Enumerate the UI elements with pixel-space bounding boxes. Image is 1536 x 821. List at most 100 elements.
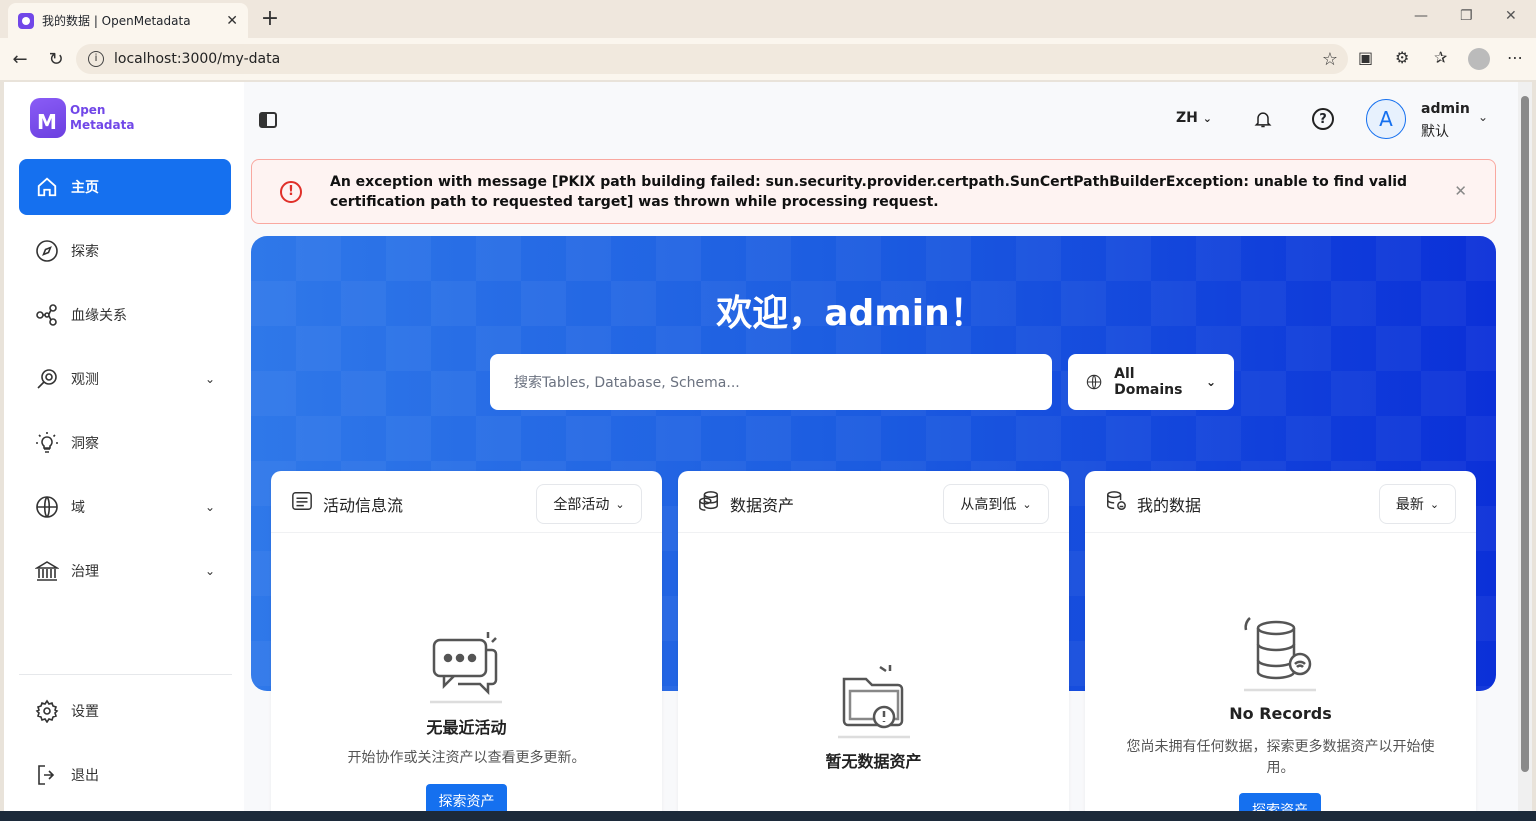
scrollbar-thumb[interactable] (1521, 96, 1529, 772)
restore-icon[interactable]: ❐ (1460, 8, 1473, 24)
minimize-icon[interactable]: — (1414, 8, 1428, 24)
empty-state-description: 开始协作或关注资产以查看更多更新。 (347, 750, 586, 766)
sidebar-item-domains[interactable]: 域 ⌄ (19, 479, 231, 535)
empty-state-description: 您尚未拥有任何数据，探索更多数据资产以开始使用。 (1126, 739, 1435, 776)
avatar[interactable]: A (1366, 99, 1406, 139)
close-window-icon[interactable]: ✕ (1505, 8, 1517, 24)
card-title: 我的数据 (1137, 496, 1202, 515)
url-field[interactable]: i localhost:3000/my-data ☆ (76, 44, 1348, 74)
sidebar-toggle-icon[interactable] (259, 112, 277, 128)
site-info-icon[interactable]: i (88, 51, 104, 67)
page-scrollbar[interactable] (1518, 82, 1532, 811)
avatar-initial: A (1379, 107, 1393, 131)
dropdown-value: 最新 (1395, 497, 1424, 513)
card-header: 数据资产 从高到低 ⌄ (678, 471, 1069, 533)
sidebar: Open Metadata 主页 探索 血缘关系 观测 (4, 82, 244, 811)
data-assets-card: 数据资产 从高到低 ⌄ 暂无数据资产 (678, 471, 1069, 811)
compass-icon (35, 239, 59, 263)
database-user-icon (1107, 491, 1126, 510)
browser-profile-icon[interactable] (1468, 48, 1490, 70)
logo-text-line2: Metadata (70, 118, 135, 132)
close-icon[interactable]: ✕ (1454, 182, 1467, 200)
database-stack-icon (699, 491, 718, 511)
browser-tab[interactable]: 我的数据 | OpenMetadata ✕ (8, 3, 248, 38)
chevron-down-icon[interactable]: ⌄ (205, 372, 215, 386)
sidebar-item-observability[interactable]: 观测 ⌄ (19, 351, 231, 407)
sidebar-item-settings[interactable]: 设置 (19, 683, 231, 739)
domain-label: All Domains (1114, 366, 1183, 398)
sidebar-item-lineage[interactable]: 血缘关系 (19, 287, 231, 343)
logo-text-line1: Open (70, 103, 106, 117)
my-data-card: 我的数据 最新 ⌄ No Records 您尚未拥有任何数据，探索更多数据资产以开… (1085, 471, 1476, 811)
reload-icon[interactable]: ↻ (38, 49, 74, 70)
chevron-down-icon: ⌄ (1205, 375, 1216, 389)
chevron-down-icon: ⌄ (615, 497, 625, 511)
user-menu-chevron-icon[interactable]: ⌄ (1478, 110, 1488, 124)
search-input[interactable]: 搜索Tables, Database, Schema... (490, 354, 1052, 410)
more-menu-icon[interactable]: ⋯ (1507, 48, 1523, 67)
welcome-title: 欢迎，admin！ (716, 293, 986, 334)
logo-icon (30, 98, 66, 138)
language-label: ZH (1176, 110, 1198, 126)
user-name[interactable]: admin (1421, 101, 1470, 117)
user-role: 默认 (1421, 124, 1449, 140)
sidebar-divider (19, 674, 232, 675)
alert-message: An exception with message [PKIX path bui… (330, 174, 1408, 210)
error-exclamation-icon: ! (280, 181, 302, 203)
my-data-sort-dropdown[interactable]: 最新 ⌄ (1379, 484, 1456, 524)
address-bar: ← ↻ i localhost:3000/my-data ☆ ▣ ⚙ ✰ ⋯ (0, 38, 1536, 80)
back-icon[interactable]: ← (2, 49, 38, 70)
sidebar-item-insights[interactable]: 洞察 (19, 415, 231, 471)
sidebar-item-label: 设置 (71, 704, 99, 720)
openmetadata-favicon-icon (18, 12, 34, 29)
empty-state-title: 无最近活动 (426, 718, 507, 737)
domain-selector[interactable]: All Domains ⌄ (1068, 354, 1234, 410)
card-title: 数据资产 (730, 496, 795, 515)
sidebar-item-home[interactable]: 主页 (19, 159, 231, 215)
browser-tab-title: 我的数据 | OpenMetadata (42, 14, 191, 28)
bookmark-star-icon[interactable]: ☆ (1322, 49, 1338, 70)
activity-filter-dropdown[interactable]: 全部活动 ⌄ (536, 484, 642, 524)
extension-icon[interactable]: ▣ (1358, 48, 1373, 67)
openmetadata-logo[interactable]: Open Metadata (30, 98, 134, 138)
dropdown-value: 从高到低 (960, 497, 1017, 513)
close-tab-icon[interactable]: ✕ (226, 13, 238, 29)
explore-assets-button[interactable]: 探索资产 (426, 784, 507, 811)
empty-state-title: No Records (1229, 704, 1332, 723)
home-icon (35, 175, 59, 199)
sidebar-item-label: 域 (71, 500, 85, 516)
sidebar-item-label: 血缘关系 (71, 308, 127, 324)
assets-sort-dropdown[interactable]: 从高到低 ⌄ (943, 484, 1049, 524)
card-header: 活动信息流 全部活动 ⌄ (271, 471, 662, 533)
puzzle-extensions-icon[interactable]: ⚙ (1395, 48, 1409, 67)
chevron-down-icon[interactable]: ⌄ (205, 500, 215, 514)
sidebar-item-explore[interactable]: 探索 (19, 223, 231, 279)
sidebar-item-label: 观测 (71, 372, 99, 388)
sidebar-item-governance[interactable]: 治理 ⌄ (19, 543, 231, 599)
observe-magnifier-icon (35, 367, 59, 391)
database-empty-icon (1244, 617, 1316, 692)
activity-feed-card: 活动信息流 全部活动 ⌄ 无最近活动 开始协作或关注资产以查看更多更新。 探索资产 (271, 471, 662, 811)
bank-icon (35, 559, 59, 583)
new-tab-icon[interactable]: + (258, 6, 282, 31)
gear-icon (35, 699, 59, 723)
taskbar-edge (0, 811, 1536, 821)
language-selector[interactable]: ZH ⌄ (1176, 110, 1212, 126)
sidebar-item-label: 探索 (71, 244, 99, 260)
card-title: 活动信息流 (323, 496, 404, 515)
chat-bubbles-icon (430, 632, 502, 704)
globe-icon (35, 495, 59, 519)
lineage-icon (35, 303, 59, 327)
sidebar-item-label: 主页 (71, 180, 99, 196)
card-header: 我的数据 最新 ⌄ (1085, 471, 1476, 533)
favorites-icon[interactable]: ✰ (1434, 48, 1447, 67)
sidebar-item-logout[interactable]: 退出 (19, 747, 231, 803)
help-icon[interactable]: ? (1312, 108, 1334, 130)
feed-list-icon (292, 492, 312, 510)
chevron-down-icon: ⌄ (1202, 112, 1212, 125)
explore-assets-button[interactable]: 探索资产 (1239, 793, 1321, 811)
chevron-down-icon[interactable]: ⌄ (205, 564, 215, 578)
bell-icon[interactable] (1252, 108, 1274, 130)
sidebar-item-label: 退出 (71, 768, 99, 784)
globe-icon (1086, 374, 1102, 390)
